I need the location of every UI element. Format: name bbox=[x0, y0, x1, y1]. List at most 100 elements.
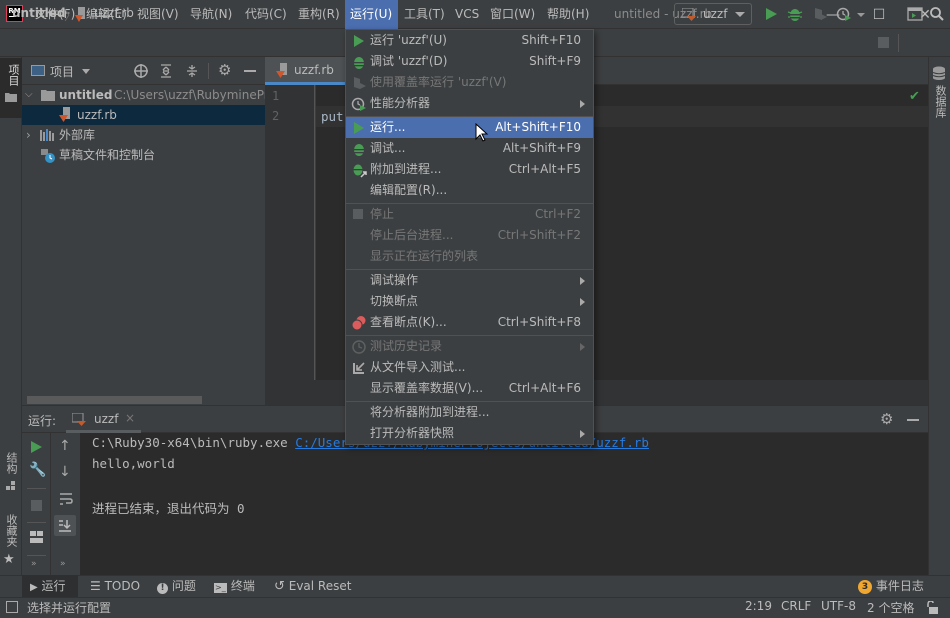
menu-item-open-profiler-snapshot[interactable]: 打开分析器快照 bbox=[346, 423, 593, 444]
arrow-up-icon[interactable]: ↑ bbox=[59, 438, 71, 454]
problems-icon: ! bbox=[157, 583, 168, 594]
stop-icon[interactable] bbox=[31, 500, 42, 511]
terminal-icon[interactable] bbox=[907, 6, 923, 22]
run-menu-dropdown: 运行 'uzzf'(U) Shift+F10 调试 'uzzf'(D) Shif… bbox=[345, 29, 594, 445]
menu-item-attach-profiler[interactable]: 将分析器附加到进程... bbox=[346, 402, 593, 423]
menu-run[interactable]: 运行(U) bbox=[345, 0, 398, 29]
editor-tab-uzzf[interactable]: uzzf.rb bbox=[265, 57, 345, 85]
stop-icon[interactable] bbox=[878, 37, 889, 48]
debug-icon[interactable] bbox=[787, 6, 803, 22]
tool-window-problems[interactable]: ! 问题 bbox=[149, 575, 204, 597]
database-tool-button[interactable]: 数据库 bbox=[932, 66, 948, 118]
menu-vcs[interactable]: VCS bbox=[450, 0, 484, 29]
menu-tools[interactable]: 工具(T) bbox=[399, 0, 450, 29]
caret-position[interactable]: 2:19 bbox=[745, 599, 772, 613]
menu-item-edit-configurations[interactable]: 编辑配置(R)... bbox=[346, 180, 593, 201]
submenu-arrow-icon bbox=[580, 343, 585, 351]
hide-panel-icon[interactable] bbox=[244, 70, 256, 72]
coverage-icon[interactable] bbox=[812, 6, 828, 22]
mouse-cursor-icon bbox=[475, 123, 489, 142]
run-configuration-selector[interactable]: uzzf bbox=[674, 3, 752, 25]
search-icon[interactable] bbox=[929, 6, 945, 22]
tool-window-terminal[interactable]: >_ 终端 bbox=[206, 575, 263, 597]
project-panel-header: 项目 ⚙ bbox=[22, 57, 265, 85]
layout-icon[interactable] bbox=[30, 531, 43, 543]
menu-item-run-with-coverage[interactable]: 使用覆盖率运行 'uzzf'(V) bbox=[346, 72, 593, 93]
menu-item-stop[interactable]: 停止 Ctrl+F2 bbox=[346, 204, 593, 225]
run-icon[interactable] bbox=[763, 6, 779, 22]
more-icon[interactable]: » bbox=[60, 559, 66, 569]
gear-icon[interactable]: ⚙ bbox=[880, 410, 893, 428]
locate-icon[interactable] bbox=[133, 63, 149, 79]
soft-wrap-icon[interactable] bbox=[59, 492, 73, 506]
scroll-to-end-button[interactable] bbox=[54, 515, 76, 536]
chevron-down-icon[interactable] bbox=[82, 69, 90, 74]
menu-help[interactable]: 帮助(H) bbox=[542, 0, 594, 29]
menu-item-show-coverage-data[interactable]: 显示覆盖率数据(V)... Ctrl+Alt+F6 bbox=[346, 378, 593, 399]
menu-item-stop-background[interactable]: 停止后台进程... Ctrl+Shift+F2 bbox=[346, 225, 593, 246]
tree-item-external-libraries[interactable]: › 外部库 bbox=[22, 125, 265, 145]
project-view-selector[interactable]: 项目 bbox=[50, 63, 74, 80]
menu-code[interactable]: 代码(C) bbox=[240, 0, 292, 29]
menu-item-debug-actions[interactable]: 调试操作 bbox=[346, 270, 593, 291]
run-tab-uzzf[interactable]: uzzf × bbox=[66, 406, 141, 433]
structure-icon bbox=[6, 481, 15, 490]
horizontal-scrollbar[interactable] bbox=[27, 396, 202, 404]
menu-item-import-tests[interactable]: 从文件导入测试... bbox=[346, 357, 593, 378]
menu-item-run-dialog[interactable]: 运行... Alt+Shift+F10 bbox=[346, 117, 593, 138]
menu-item-view-breakpoints[interactable]: 查看断点(K)... Ctrl+Shift+F8 bbox=[346, 312, 593, 333]
indent-setting[interactable]: 2 个空格 bbox=[867, 599, 914, 616]
line-number: 2 bbox=[272, 109, 280, 123]
chevron-right-icon: › bbox=[26, 128, 31, 142]
menu-refactor[interactable]: 重构(R) bbox=[293, 0, 345, 29]
tree-item-project-root[interactable]: ⌵ untitled C:\Users\uzzf\RubyminePr bbox=[22, 85, 265, 105]
menu-item-profiler[interactable]: 性能分析器 bbox=[346, 93, 593, 114]
profiler-icon[interactable] bbox=[836, 6, 852, 22]
menu-view[interactable]: 视图(V) bbox=[132, 0, 184, 29]
tree-item-file[interactable]: uzzf.rb bbox=[22, 105, 265, 125]
close-tab-icon[interactable]: × bbox=[125, 411, 135, 425]
hide-panel-icon[interactable] bbox=[907, 419, 919, 421]
wrench-icon[interactable]: 🔧 bbox=[29, 462, 46, 478]
menu-navigate[interactable]: 导航(N) bbox=[185, 0, 237, 29]
maximize-icon: ☐ bbox=[872, 6, 886, 23]
menu-item-test-history[interactable]: 测试历史记录 bbox=[346, 336, 593, 357]
unlock-icon[interactable] bbox=[926, 601, 938, 614]
line-separator[interactable]: CRLF bbox=[781, 599, 811, 613]
breadcrumb-project[interactable]: untitled bbox=[12, 6, 66, 20]
arrow-down-icon[interactable]: ↓ bbox=[59, 464, 71, 480]
menu-item-show-running-list[interactable]: 显示正在运行的列表 bbox=[346, 246, 593, 267]
debug-icon bbox=[354, 144, 364, 156]
run-toolbar-primary: 🔧 » bbox=[22, 433, 51, 575]
chevron-down-icon: ⌵ bbox=[25, 89, 33, 100]
menu-item-toggle-breakpoint[interactable]: 切换断点 bbox=[346, 291, 593, 312]
menu-item-debug-dialog[interactable]: 调试... Alt+Shift+F9 bbox=[346, 138, 593, 159]
menu-window[interactable]: 窗口(W) bbox=[485, 0, 540, 29]
expand-all-icon[interactable] bbox=[159, 63, 173, 79]
toolbar-separator bbox=[898, 34, 899, 52]
project-tool-button[interactable]: 项目 bbox=[0, 58, 22, 118]
structure-tool-button[interactable]: 结构 bbox=[3, 452, 19, 491]
tree-item-scratches[interactable]: 草稿文件和控制台 bbox=[22, 145, 265, 165]
gear-icon[interactable]: ⚙ bbox=[218, 61, 231, 79]
tool-window-todo[interactable]: ☰ TODO bbox=[82, 575, 148, 597]
rerun-icon[interactable] bbox=[29, 440, 43, 454]
breakpoints-icon bbox=[351, 316, 366, 331]
tool-window-eval-reset[interactable]: ↺ Eval Reset bbox=[266, 575, 359, 597]
run-panel-title: 运行: bbox=[28, 414, 57, 428]
profiler-dropdown-icon[interactable] bbox=[857, 13, 865, 17]
database-icon bbox=[932, 66, 946, 80]
tool-window-run[interactable]: ▶ 运行 bbox=[22, 575, 78, 597]
more-icon[interactable]: » bbox=[31, 559, 37, 569]
inspection-ok-icon[interactable]: ✔ bbox=[909, 89, 920, 104]
menu-item-debug-uzzf[interactable]: 调试 'uzzf'(D) Shift+F9 bbox=[346, 51, 593, 72]
toggle-tool-windows-icon[interactable] bbox=[6, 601, 18, 613]
menu-item-run-uzzf[interactable]: 运行 'uzzf'(U) Shift+F10 bbox=[346, 30, 593, 51]
favorites-tool-button[interactable]: 收藏夹 ★ bbox=[3, 514, 19, 567]
file-encoding[interactable]: UTF-8 bbox=[821, 599, 856, 613]
breadcrumb-file[interactable]: uzzf.rb bbox=[94, 6, 134, 20]
event-log-button[interactable]: 3 事件日志 bbox=[850, 575, 932, 597]
submenu-arrow-icon bbox=[580, 430, 585, 438]
collapse-all-icon[interactable] bbox=[185, 63, 199, 79]
menu-item-attach-to-process[interactable]: 附加到进程... Ctrl+Alt+F5 bbox=[346, 159, 593, 180]
